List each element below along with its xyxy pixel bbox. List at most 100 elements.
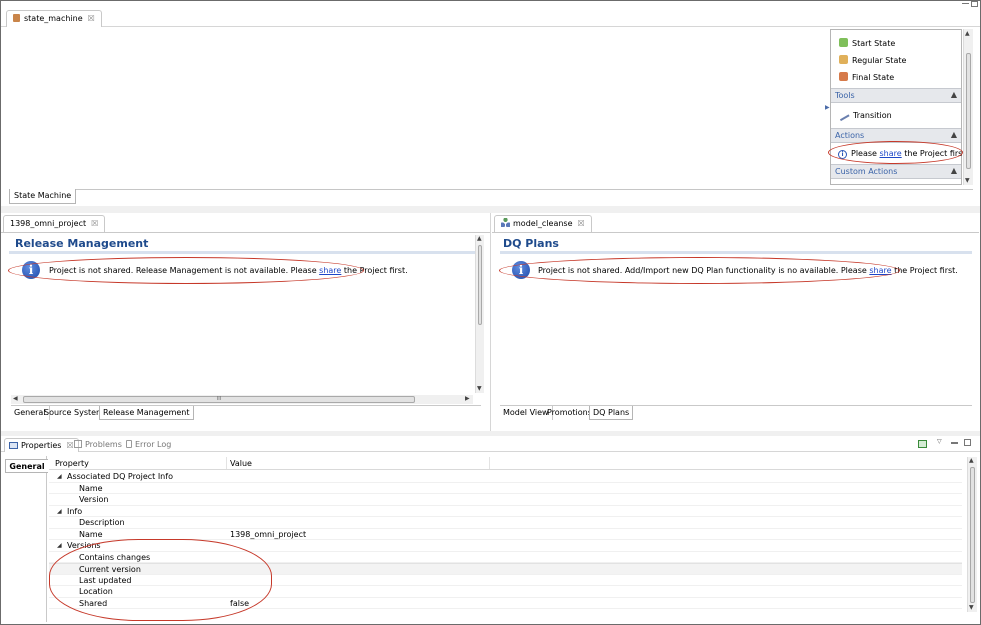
tab-label: state_machine: [24, 14, 83, 23]
tab-label: Properties: [21, 441, 62, 450]
table-row[interactable]: ◢ Info: [49, 506, 962, 517]
problems-icon: [74, 440, 82, 448]
tab-state-machine[interactable]: state_machine ☒: [6, 10, 102, 27]
properties-icon: [9, 442, 18, 449]
tab-release-management[interactable]: Release Management: [99, 406, 194, 420]
collapse-chevron-icon[interactable]: ▲: [951, 166, 957, 175]
scroll-grip: III: [216, 396, 222, 402]
msg-post: the Project first.: [894, 266, 958, 275]
tab-label: Error Log: [135, 440, 172, 449]
left-vertical-scrollbar[interactable]: ▲ ▼: [475, 235, 484, 393]
scroll-thumb[interactable]: [970, 467, 975, 603]
sash[interactable]: [1, 206, 980, 213]
palette-drawer-custom-actions[interactable]: Custom Actions ▲: [831, 164, 961, 179]
scroll-down-icon[interactable]: ▼: [965, 177, 970, 184]
highlight-ellipse: [49, 539, 272, 621]
close-icon[interactable]: ☒: [66, 439, 73, 452]
table-row[interactable]: Name: [49, 483, 962, 494]
tab-dq-plans[interactable]: DQ Plans: [589, 406, 634, 420]
view-menu-icon[interactable]: ▽: [937, 438, 942, 445]
column-header-value[interactable]: Value: [230, 459, 252, 468]
minimize-icon[interactable]: [962, 2, 969, 4]
left-horizontal-scrollbar[interactable]: ◀ III ▶: [11, 395, 473, 404]
palette-item-start-state[interactable]: Start State: [839, 38, 895, 48]
tab-1398-omni-project[interactable]: 1398_omni_project ☒: [3, 215, 106, 232]
palette-drawer-tools[interactable]: Tools ▲: [831, 88, 961, 103]
scroll-up-icon[interactable]: ▲: [965, 30, 970, 37]
property-value: 1398_omni_project: [230, 529, 307, 539]
close-icon[interactable]: ☒: [578, 216, 585, 232]
model-icon: [501, 218, 510, 227]
collapse-chevron-icon[interactable]: ▲: [951, 90, 957, 99]
palette-item-final-state[interactable]: Final State: [839, 72, 894, 82]
tab-state-machine-page[interactable]: State Machine: [9, 189, 77, 204]
properties-scrollbar[interactable]: ▲ ▼: [967, 457, 977, 612]
table-row[interactable]: Version: [49, 494, 962, 506]
maximize-icon[interactable]: [964, 439, 971, 446]
property-label: Description: [79, 518, 125, 527]
top-editor-area: state_machine ☒ ▶ Start State Regular Sta…: [1, 1, 980, 206]
tab-label: DQ Plans: [593, 408, 630, 417]
maximize-icon[interactable]: [971, 1, 978, 7]
palette-item-label: Start State: [852, 39, 896, 48]
table-row[interactable]: Description: [49, 517, 962, 529]
section-title-underline: [9, 251, 475, 254]
scroll-thumb[interactable]: III: [23, 396, 415, 403]
column-divider[interactable]: [489, 457, 490, 469]
close-icon[interactable]: ☒: [88, 11, 95, 27]
properties-view: Properties ☒ Problems Error Log ▽ General…: [1, 436, 980, 624]
tab-label: Problems: [85, 440, 122, 449]
scroll-up-icon[interactable]: ▲: [969, 457, 974, 464]
right-editor: model_cleanse ☒ DQ Plans i Project is not…: [492, 213, 980, 431]
column-divider[interactable]: [226, 457, 227, 469]
state-machine-file-icon: [13, 14, 20, 22]
palette-item-label: Final State: [852, 73, 895, 82]
scroll-up-icon[interactable]: ▲: [477, 235, 482, 242]
error-log-icon: [126, 440, 132, 448]
highlight-ellipse: [499, 257, 900, 284]
expand-triangle-icon[interactable]: ◢: [57, 542, 62, 549]
highlight-ellipse: [8, 257, 364, 284]
tab-problems[interactable]: Problems: [74, 440, 122, 449]
tab-label: Release Management: [103, 408, 190, 417]
minimize-icon[interactable]: [951, 442, 958, 444]
palette-item-label: Transition: [853, 111, 892, 120]
section-title: Release Management: [15, 237, 149, 250]
side-tab-strip: [5, 456, 47, 622]
top-tab-strip: [1, 1, 980, 27]
scroll-thumb[interactable]: [478, 245, 482, 325]
drawer-title: Actions: [835, 131, 865, 140]
scroll-left-icon[interactable]: ◀: [13, 395, 18, 402]
expand-triangle-icon[interactable]: ◢: [57, 508, 62, 515]
highlight-ellipse: [828, 141, 963, 164]
tab-label: model_cleanse: [513, 219, 573, 228]
property-label: Associated DQ Project Info: [67, 472, 173, 481]
close-icon[interactable]: ☒: [91, 216, 98, 232]
property-label: Version: [79, 495, 109, 504]
side-tab-general[interactable]: General: [5, 459, 48, 473]
regular-state-icon: [839, 55, 848, 64]
scroll-down-icon[interactable]: ▼: [477, 385, 482, 392]
table-row[interactable]: ◢ Associated DQ Project Info: [49, 471, 962, 483]
palette-item-label: Regular State: [852, 56, 907, 65]
scroll-thumb[interactable]: [966, 53, 971, 169]
scroll-down-icon[interactable]: ▼: [969, 604, 974, 611]
tab-error-log[interactable]: Error Log: [126, 440, 171, 449]
transition-icon: [838, 111, 850, 122]
tab-label: Model View: [503, 408, 549, 417]
palette-scrollbar[interactable]: ▲ ▼: [963, 29, 973, 185]
palette-item-regular-state[interactable]: Regular State: [839, 55, 906, 65]
tab-model-cleanse[interactable]: model_cleanse ☒: [494, 215, 592, 232]
left-editor-page-tabs: General Source Systems Release Managemen…: [11, 405, 481, 420]
expand-triangle-icon[interactable]: ◢: [57, 473, 62, 480]
property-label: Name: [79, 529, 103, 539]
collapse-chevron-icon[interactable]: ▲: [951, 130, 957, 139]
palette-item-transition[interactable]: Transition: [838, 111, 892, 122]
tab-properties[interactable]: Properties ☒: [4, 438, 79, 452]
palette-expand-arrow-icon[interactable]: ▶: [825, 104, 830, 111]
final-state-icon: [839, 72, 848, 81]
drawer-title: Tools: [835, 91, 855, 100]
pin-icon[interactable]: [918, 440, 927, 448]
scroll-right-icon[interactable]: ▶: [465, 395, 470, 402]
column-header-property[interactable]: Property: [55, 459, 89, 468]
